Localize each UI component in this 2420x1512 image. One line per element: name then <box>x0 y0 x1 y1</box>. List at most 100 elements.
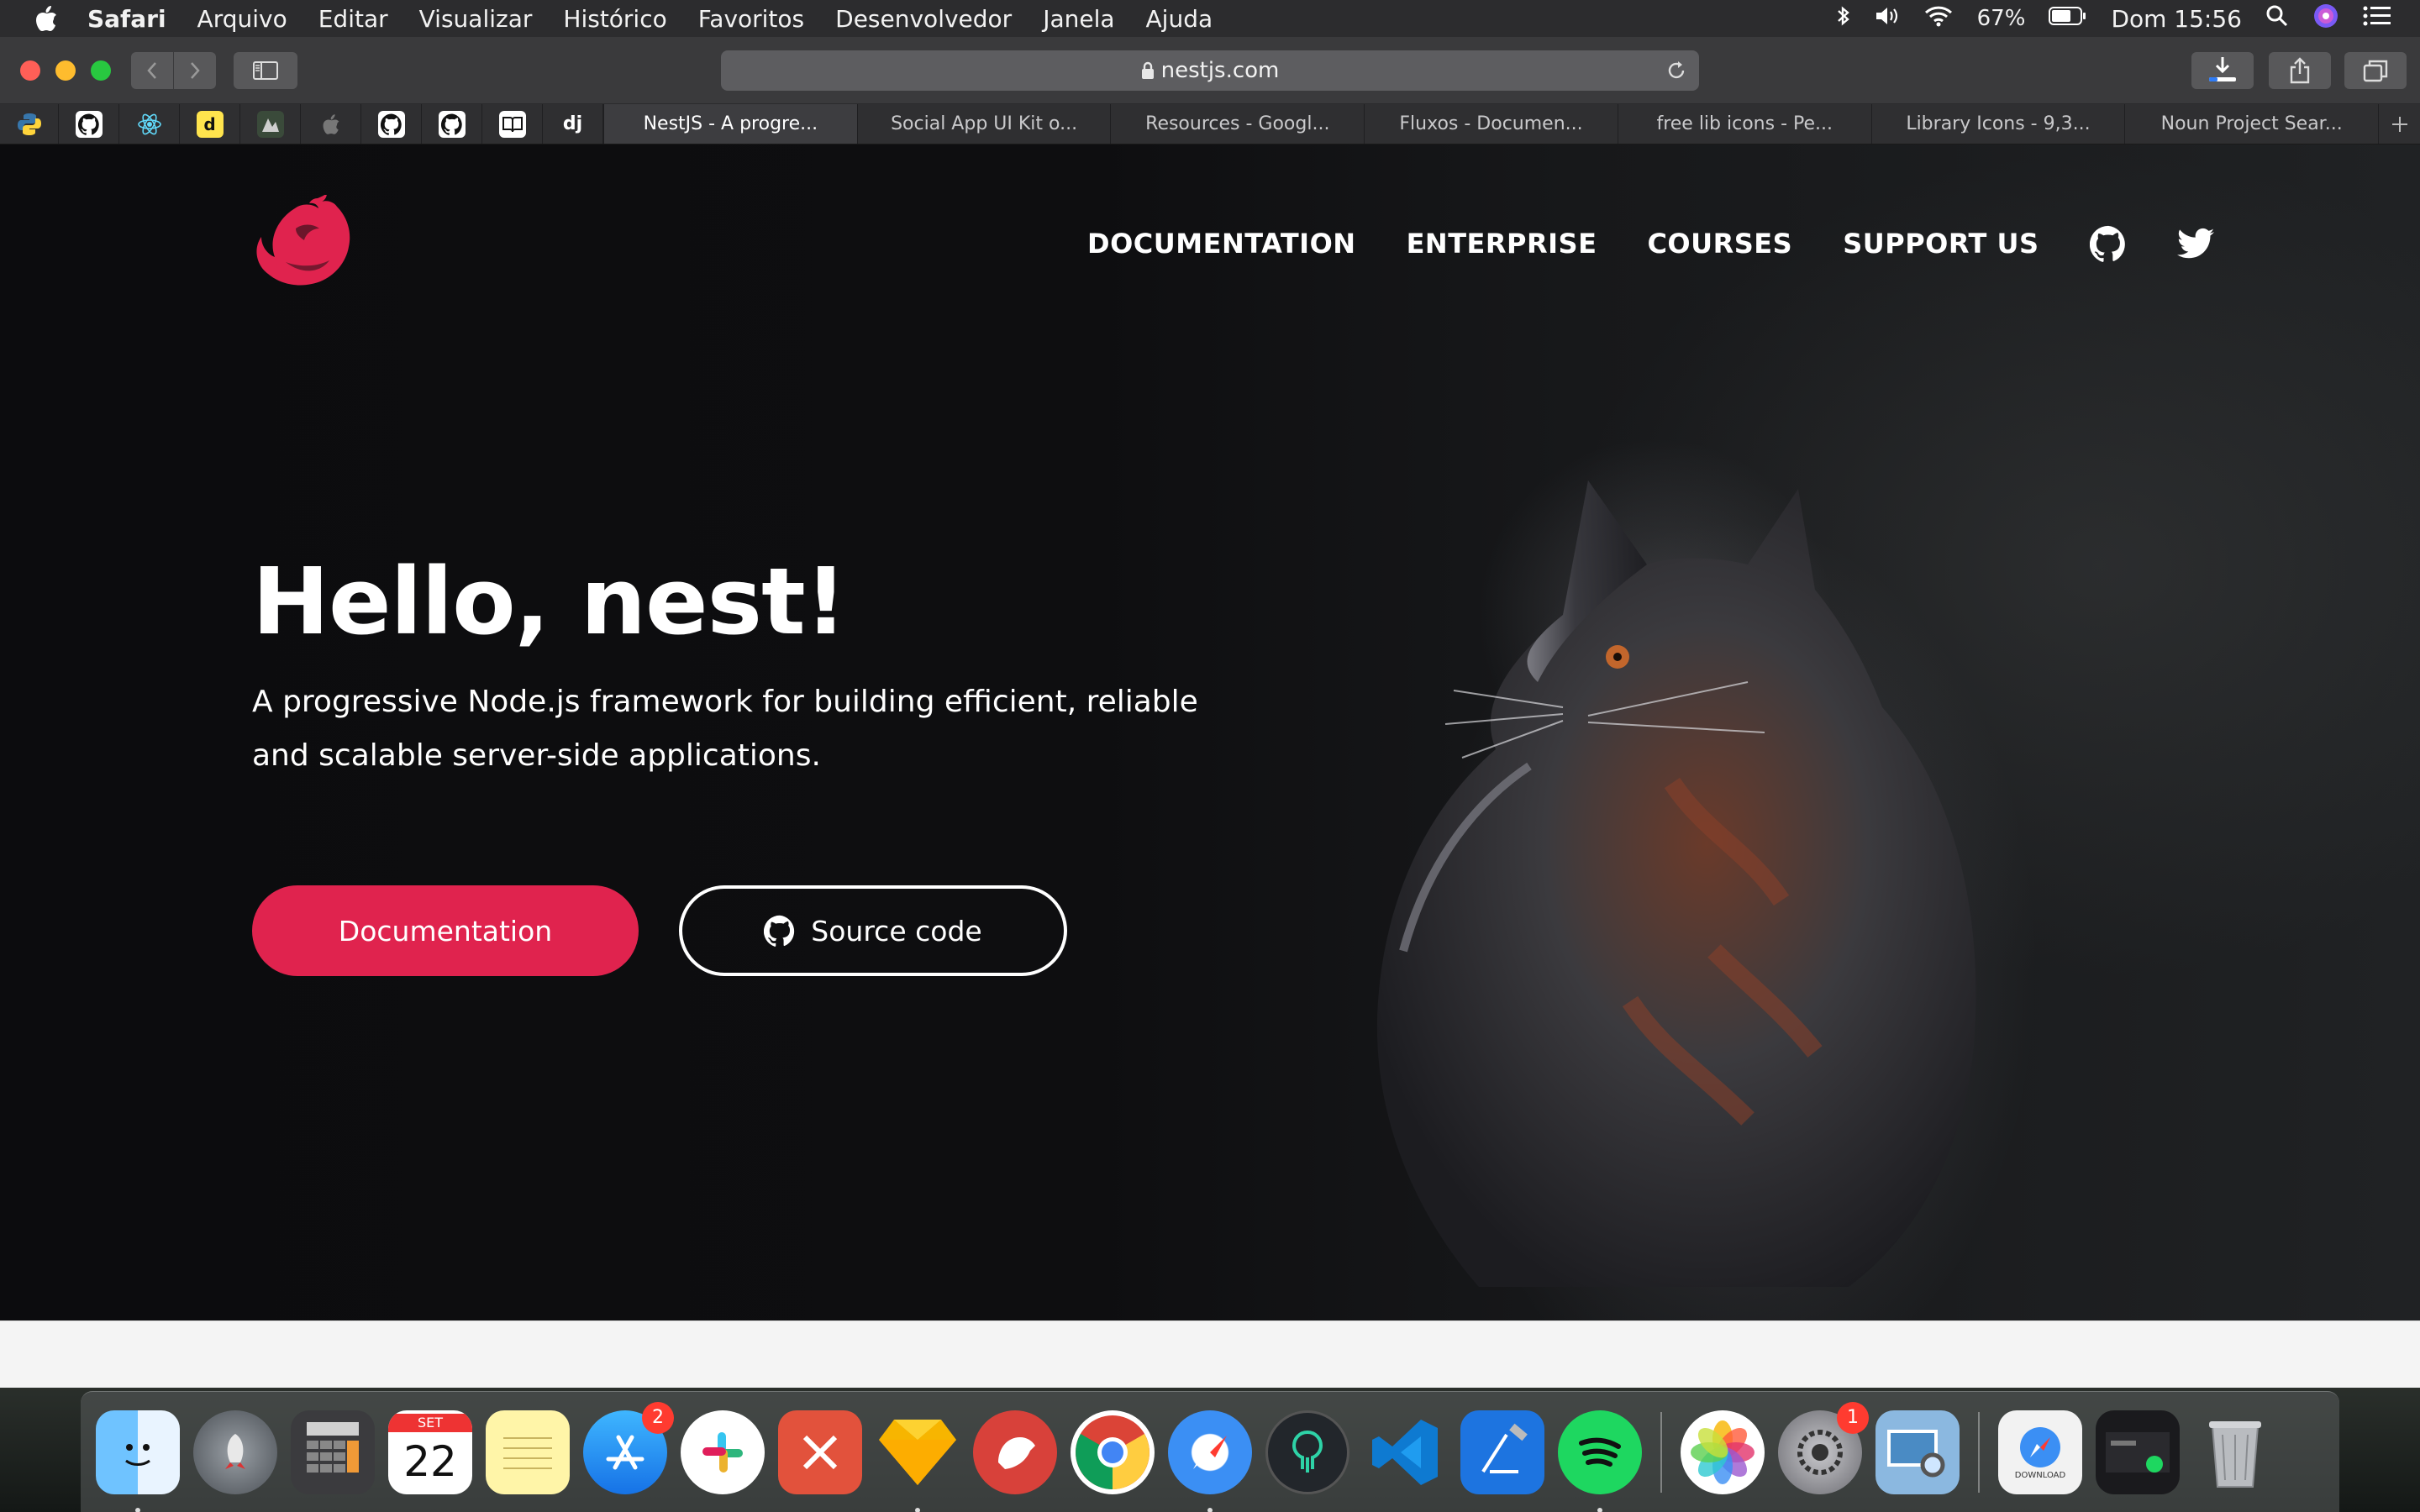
menu-app-name[interactable]: Safari <box>87 5 166 33</box>
notification-center-icon[interactable] <box>2363 5 2391 33</box>
tabs-icon <box>2363 60 2388 82</box>
status-area: 67% Dom 15:56 <box>1836 0 2391 37</box>
spotify-icon[interactable] <box>1558 1410 1642 1512</box>
calculator-icon[interactable] <box>291 1410 375 1494</box>
pinned-tab-django[interactable]: dj <box>543 104 603 144</box>
d-letter-icon: d <box>196 110 224 138</box>
safari-icon[interactable] <box>1168 1410 1252 1512</box>
recent-window-thumbnail[interactable] <box>2096 1410 2180 1494</box>
preview-icon[interactable] <box>1876 1410 1960 1494</box>
gitkraken-icon[interactable] <box>1265 1410 1349 1494</box>
nav-enterprise[interactable]: ENTERPRISE <box>1407 228 1597 260</box>
github-icon <box>764 915 795 947</box>
pinned-tab-github-2[interactable] <box>361 104 422 144</box>
menu-favoritos[interactable]: Favoritos <box>698 5 804 33</box>
github-icon[interactable] <box>2089 225 2127 262</box>
pinned-tab-apple[interactable] <box>301 104 361 144</box>
python-icon <box>17 113 41 135</box>
pinned-tab-d[interactable]: d <box>180 104 240 144</box>
launchpad-icon[interactable] <box>193 1410 277 1494</box>
documentation-button-label: Documentation <box>338 914 553 948</box>
photos-icon[interactable] <box>1681 1410 1765 1494</box>
browser-toolbar: nestjs.com <box>0 37 2420 104</box>
tab-fluxos[interactable]: Fluxos - Documen... <box>1364 104 1618 144</box>
new-tab-button[interactable] <box>2378 104 2420 144</box>
system-preferences-badge: 1 <box>1837 1401 1869 1434</box>
trash-icon[interactable] <box>2193 1410 2277 1494</box>
menu-editar[interactable]: Editar <box>318 5 388 33</box>
download-stack-label: DOWNLOAD <box>2014 1471 2066 1480</box>
slack-icon[interactable] <box>681 1410 765 1494</box>
source-code-button[interactable]: Source code <box>679 885 1067 976</box>
pinned-tab-github[interactable] <box>59 104 119 144</box>
sketch-icon[interactable] <box>876 1410 960 1512</box>
chrome-icon[interactable] <box>1071 1410 1155 1494</box>
wifi-icon[interactable] <box>1923 5 1954 33</box>
tab-library-icons[interactable]: Library Icons - 9,3... <box>1870 104 2125 144</box>
xcode-icon[interactable] <box>1460 1410 1544 1494</box>
menu-visualizar[interactable]: Visualizar <box>419 5 533 33</box>
plus-icon <box>2391 116 2407 132</box>
menu-janela[interactable]: Janela <box>1043 5 1114 33</box>
twitter-icon[interactable] <box>2176 225 2214 262</box>
x-mind-icon[interactable] <box>778 1410 862 1494</box>
nav-support-us[interactable]: SUPPORT US <box>1843 228 2039 260</box>
minimize-window-button[interactable] <box>55 60 76 81</box>
nav-courses[interactable]: COURSES <box>1647 228 1792 260</box>
back-button[interactable] <box>131 52 173 89</box>
lock-icon <box>1141 61 1154 79</box>
share-icon <box>2290 57 2310 84</box>
dock-separator <box>1660 1411 1662 1493</box>
apple-menu-icon[interactable] <box>34 4 59 33</box>
calendar-icon[interactable]: SET 22 <box>388 1410 472 1494</box>
app-store-icon[interactable]: 2 <box>583 1401 674 1494</box>
pinned-tab-reader[interactable] <box>482 104 543 144</box>
vscode-icon[interactable] <box>1363 1410 1447 1494</box>
menu-clock[interactable]: Dom 15:56 <box>2111 5 2242 33</box>
siri-icon[interactable] <box>2312 3 2339 35</box>
zoom-window-button[interactable] <box>91 60 111 81</box>
art-thumbnail-icon <box>256 110 284 138</box>
sidebar-icon <box>253 61 278 80</box>
pinned-tab-react[interactable] <box>119 104 180 144</box>
tab-nestjs[interactable]: NestJS - A progre... <box>603 104 857 144</box>
nav-documentation[interactable]: DOCUMENTATION <box>1087 228 1356 260</box>
volume-icon[interactable] <box>1875 5 1900 33</box>
github-icon <box>438 110 466 138</box>
web-page: DOCUMENTATION ENTERPRISE COURSES SUPPORT… <box>0 144 2420 1320</box>
menu-desenvolvedor[interactable]: Desenvolvedor <box>835 5 1012 33</box>
address-text: nestjs.com <box>1160 58 1280 83</box>
bluetooth-icon[interactable] <box>1836 4 1851 34</box>
menu-historico[interactable]: Histórico <box>563 5 666 33</box>
forward-button[interactable] <box>174 52 216 89</box>
nestjs-logo[interactable] <box>252 195 370 312</box>
share-button[interactable] <box>2269 52 2331 89</box>
tab-resources-google[interactable]: Resources - Googl... <box>1110 104 1364 144</box>
downloads-stack-icon[interactable]: DOWNLOAD <box>1998 1410 2082 1494</box>
tab-overview-button[interactable] <box>2344 52 2407 89</box>
address-bar[interactable]: nestjs.com <box>721 50 1699 91</box>
spotlight-icon[interactable] <box>2265 4 2289 34</box>
bear-app-icon[interactable] <box>973 1410 1057 1494</box>
finder-icon[interactable] <box>96 1410 180 1512</box>
tab-free-lib-icons[interactable]: free lib icons - Pe... <box>1617 104 1871 144</box>
system-preferences-icon[interactable]: 1 <box>1778 1401 1869 1494</box>
tab-noun-project[interactable]: Noun Project Sear... <box>2124 104 2378 144</box>
tab-social-app-ui-kit[interactable]: Social App UI Kit o... <box>856 104 1111 144</box>
battery-icon[interactable] <box>2049 6 2087 32</box>
page-below-fold <box>0 1320 2420 1388</box>
notes-icon[interactable] <box>486 1410 570 1494</box>
reload-icon[interactable] <box>1665 59 1687 88</box>
pinned-tab-art[interactable] <box>240 104 301 144</box>
pinned-tab-github-3[interactable] <box>422 104 482 144</box>
downloads-button[interactable] <box>2191 52 2254 89</box>
react-icon <box>137 113 161 134</box>
menu-arquivo[interactable]: Arquivo <box>197 5 287 33</box>
close-window-button[interactable] <box>20 60 40 81</box>
download-icon <box>2209 57 2236 81</box>
menu-ajuda[interactable]: Ajuda <box>1146 5 1213 33</box>
sidebar-toggle-button[interactable] <box>234 52 297 89</box>
dock: SET 22 2 1 DOWNLOAD <box>81 1391 2339 1512</box>
documentation-button[interactable]: Documentation <box>252 885 639 976</box>
pinned-tab-python[interactable] <box>0 104 59 144</box>
